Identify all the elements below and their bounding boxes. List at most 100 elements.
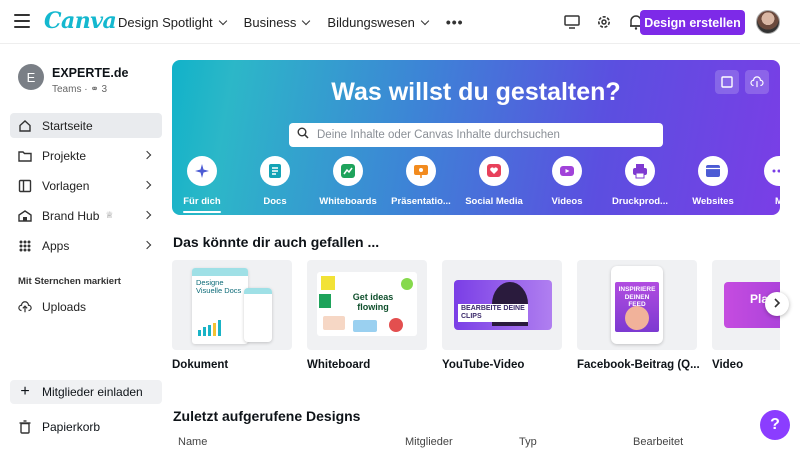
team-switcher[interactable]: E EXPERTE.de Teams · ⚭ 3 — [18, 64, 128, 95]
team-member-count: 3 — [101, 84, 108, 95]
doc-page: Designe Visuelle Docs — [192, 268, 248, 344]
category-praesentationen[interactable]: Präsentatio... — [384, 156, 458, 207]
invite-members-button[interactable]: + Mitglieder einladen — [10, 380, 162, 404]
carousel-next-button[interactable] — [765, 292, 789, 316]
phone-preview: INSPIRIERE DEINEN FEED — [611, 266, 663, 344]
sidebar-item-label: Apps — [42, 238, 70, 253]
whiteboard-preview: Get ideas flowing — [317, 272, 417, 336]
nav-label: Bildungswesen — [327, 14, 415, 30]
category-websites[interactable]: Websites — [676, 156, 750, 207]
whiteboard-preview-title: Get ideas flowing — [352, 292, 394, 312]
card-youtube-video[interactable]: BEARBEITE DEINE CLIPS YouTube-Video — [442, 260, 562, 371]
chevron-down-icon — [420, 16, 430, 25]
card-video[interactable]: Pla Video — [712, 260, 780, 371]
sidebar-item-label: Startseite — [42, 118, 93, 133]
sidebar: E EXPERTE.de Teams · ⚭ 3 Startseite Proj… — [0, 44, 170, 450]
category-label: Docs — [263, 196, 287, 207]
hero-actions — [715, 70, 769, 94]
nav-business[interactable]: Business — [243, 14, 311, 30]
chevron-right-icon — [142, 240, 152, 250]
card-label: Whiteboard — [307, 359, 371, 371]
sidebar-item-trash[interactable]: Papierkorb — [10, 415, 162, 439]
canva-logo[interactable]: Canva — [44, 8, 117, 34]
column-header-name[interactable]: Name — [178, 436, 207, 448]
category-label: Für dich — [183, 196, 221, 207]
user-avatar[interactable] — [756, 10, 780, 34]
whiteboard-icon — [333, 156, 363, 186]
card-thumbnail: INSPIRIERE DEINEN FEED — [577, 260, 697, 350]
sidebar-item-startseite[interactable]: Startseite — [10, 113, 162, 138]
sidebar-item-label: Brand Hub — [42, 208, 100, 223]
folder-icon — [18, 149, 32, 163]
nav-bildungswesen[interactable]: Bildungswesen — [327, 14, 430, 30]
desktop-icon[interactable] — [562, 12, 582, 32]
column-header-members[interactable]: Mitglieder — [405, 436, 453, 448]
video-icon — [552, 156, 582, 186]
card-label: Dokument — [172, 359, 229, 371]
people-icon: ⚭ — [90, 84, 99, 95]
nav-design-spotlight[interactable]: Design Spotlight — [118, 14, 227, 30]
chevron-down-icon — [302, 16, 311, 25]
template-icon — [18, 179, 32, 193]
top-icons — [562, 12, 646, 32]
nav-label: Design Spotlight — [118, 14, 213, 30]
active-underline — [183, 211, 221, 213]
search-icon — [297, 126, 309, 144]
category-videos[interactable]: Videos — [530, 156, 604, 207]
team-meta: Teams · ⚭ 3 — [52, 84, 108, 95]
invite-label: Mitglieder einladen — [42, 385, 143, 399]
category-label: Websites — [692, 196, 734, 207]
sidebar-item-brand-hub[interactable]: Brand Hub ♕ — [10, 203, 162, 228]
recommendation-cards: Designe Visuelle Docs Dokument Get ideas… — [172, 260, 780, 375]
column-header-edited[interactable]: Bearbeitet — [633, 436, 683, 448]
chevron-right-icon — [142, 150, 152, 160]
card-facebook-post[interactable]: INSPIRIERE DEINEN FEED Facebook-Beitrag … — [577, 260, 700, 371]
hero-title: Was willst du gestalten? — [331, 78, 621, 106]
sidebar-item-apps[interactable]: Apps — [10, 233, 162, 258]
heart-icon — [479, 156, 509, 186]
gear-icon[interactable] — [594, 12, 614, 32]
create-design-button[interactable]: Design erstellen — [640, 10, 745, 35]
sidebar-item-label: Uploads — [42, 299, 87, 314]
website-icon — [698, 156, 728, 186]
sidebar-item-projekte[interactable]: Projekte — [10, 143, 162, 168]
plus-icon: + — [20, 383, 30, 400]
category-social-media[interactable]: Social Media — [457, 156, 531, 207]
chevron-down-icon — [218, 16, 227, 25]
printer-icon — [625, 156, 655, 186]
more-icon[interactable]: ••• — [446, 14, 464, 30]
category-more[interactable]: M — [742, 156, 780, 207]
search-bar[interactable] — [289, 123, 663, 147]
category-druckprodukte[interactable]: Druckprod... — [603, 156, 677, 207]
help-button[interactable]: ? — [760, 410, 790, 440]
team-type: Teams — [52, 84, 82, 95]
custom-size-icon[interactable] — [715, 70, 739, 94]
column-header-type[interactable]: Typ — [519, 436, 537, 448]
category-fuer-dich[interactable]: Für dich — [172, 156, 239, 213]
menu-icon[interactable] — [14, 14, 30, 28]
category-docs[interactable]: Docs — [238, 156, 312, 207]
category-label: Präsentatio... — [391, 196, 451, 207]
sidebar-item-vorlagen[interactable]: Vorlagen — [10, 173, 162, 198]
recommendations-title: Das könnte dir auch gefallen ... — [173, 234, 380, 250]
card-whiteboard[interactable]: Get ideas flowing Whiteboard — [307, 260, 427, 371]
upload-icon[interactable] — [745, 70, 769, 94]
sidebar-item-label: Papierkorb — [42, 420, 101, 434]
sidebar-item-uploads[interactable]: Uploads — [10, 294, 162, 319]
card-dokument[interactable]: Designe Visuelle Docs Dokument — [172, 260, 292, 371]
category-label: Druckprod... — [612, 196, 668, 207]
card-label: Video — [712, 359, 744, 371]
doc-phone-preview — [244, 288, 272, 342]
nav-label: Business — [243, 14, 297, 30]
home-icon — [18, 119, 32, 133]
card-label: YouTube-Video — [442, 359, 525, 371]
category-whiteboards[interactable]: Whiteboards — [311, 156, 385, 207]
search-input[interactable] — [317, 129, 647, 141]
chevron-right-icon — [773, 295, 781, 313]
category-row: Für dich Docs Whiteboards Präsentatio...… — [172, 156, 780, 215]
sidebar-item-label: Vorlagen — [42, 178, 90, 193]
clip-preview-title: BEARBEITE DEINE CLIPS — [458, 304, 528, 322]
category-label: Videos — [551, 196, 583, 207]
doc-preview-title: Designe Visuelle Docs — [196, 278, 242, 295]
doc-icon — [260, 156, 290, 186]
